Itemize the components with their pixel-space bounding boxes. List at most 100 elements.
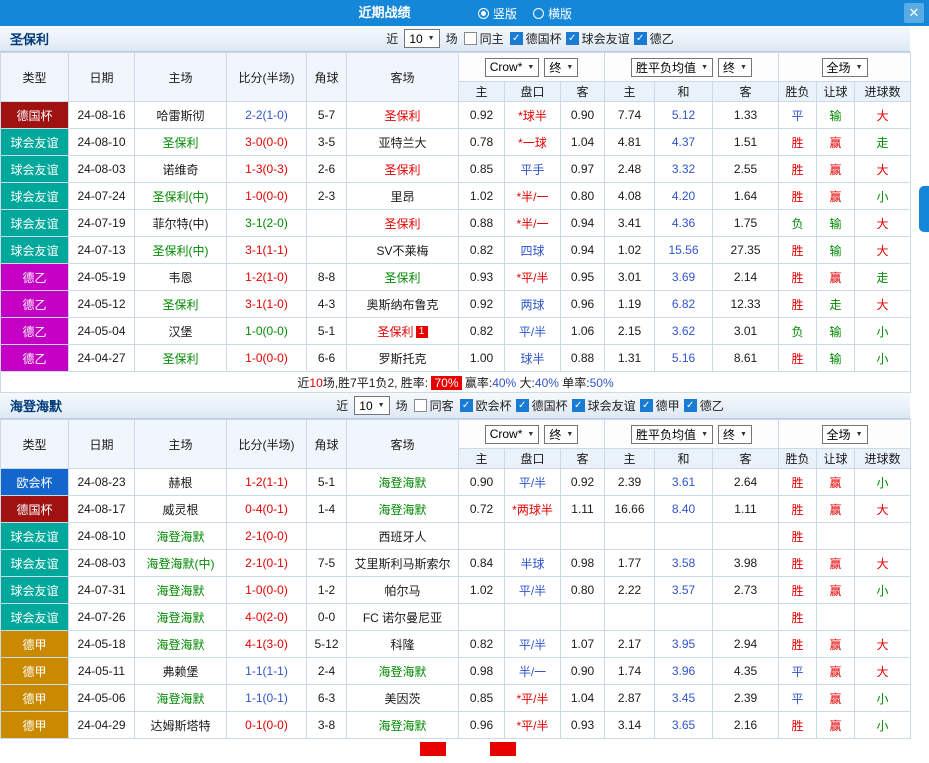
summary-text: 场,胜7平1负2, 胜率: [323,376,432,390]
cell-asian-away-odds: 0.97 [561,156,605,183]
col-euro-away: 客 [713,449,779,469]
match-row: 球会友谊24-07-13圣保利(中)3-1(1-1)SV不莱梅0.82四球0.9… [1,237,911,264]
recent-count-value: 10 [409,32,422,46]
cell-euro-home-odds: 2.22 [605,577,655,604]
fulltime-select[interactable]: 全场▼ [822,58,868,77]
radio-vertical[interactable]: 竖版 [478,5,517,22]
cell-asian-line: 平/半 [505,631,561,658]
cell-euro-away-odds: 2.73 [713,577,779,604]
recent-label: 近 [386,30,398,47]
euro-odds-controls: 胜平负均值▼ 终▼ [605,420,779,449]
col-home: 主场 [135,53,227,102]
cell-score: 1-3(0-3) [227,156,307,183]
match-row: 球会友谊24-08-03海登海默(中)2-1(0-1)7-5艾里斯利马斯索尔0.… [1,550,911,577]
league-filter-checkbox[interactable]: ✓球会友谊 [566,30,630,47]
league-filter-checkbox[interactable]: ✓德乙 [634,30,674,47]
cell-score: 1-0(0-0) [227,318,307,345]
recent-count-select[interactable]: 10 ▼ [404,29,439,48]
cell-goals-result [855,604,911,631]
cell-result: 平 [779,658,817,685]
bookmaker-select[interactable]: Crow*▼ [485,425,540,444]
col-asian-home: 主 [459,449,505,469]
col-asian-away: 客 [561,82,605,102]
cell-euro-home-odds: 2.17 [605,631,655,658]
games-label: 场 [446,30,458,47]
cell-asian-away-odds [561,604,605,631]
cell-euro-home-odds: 3.01 [605,264,655,291]
same-venue-checkbox[interactable]: 同客 [414,397,454,414]
bookmaker-select[interactable]: Crow*▼ [485,58,540,77]
summary-text: 赢率: [462,376,493,390]
final-odds-select[interactable]: 终▼ [544,425,578,444]
cell-score: 3-1(1-1) [227,237,307,264]
col-corner: 角球 [307,53,347,102]
avg-odds-select[interactable]: 胜平负均值▼ [631,425,713,444]
cell-goals-result: 小 [855,345,911,372]
cell-euro-draw-odds [655,604,713,631]
cell-type: 球会友谊 [1,577,69,604]
cell-asian-home-odds: 0.82 [459,318,505,345]
col-asian-home: 主 [459,82,505,102]
cell-euro-draw-odds: 3.61 [655,469,713,496]
cell-asian-home-odds: 0.92 [459,102,505,129]
chevron-down-icon: ▼ [856,431,863,438]
summary-row: 近10场,胜7平1负2, 胜率: 70% 赢率:40% 大:40% 单率:50% [1,372,911,393]
cell-asian-line: 平/半 [505,577,561,604]
league-filter-checkbox[interactable]: ✓球会友谊 [572,397,636,414]
final-odds-select[interactable]: 终▼ [718,58,752,77]
cell-home-team: 圣保利 [135,291,227,318]
fulltime-select[interactable]: 全场▼ [822,425,868,444]
cell-type: 德甲 [1,712,69,739]
close-button[interactable]: ✕ [904,3,924,23]
cell-type: 球会友谊 [1,210,69,237]
cell-euro-away-odds: 2.64 [713,469,779,496]
cell-asian-away-odds: 1.06 [561,318,605,345]
cell-asian-line: *平/半 [505,264,561,291]
col-score: 比分(半场) [227,420,307,469]
cell-type: 德甲 [1,658,69,685]
col-goals: 进球数 [855,82,911,102]
cell-corners: 2-3 [307,183,347,210]
radio-horizontal[interactable]: 横版 [533,5,572,22]
recent-count-select[interactable]: 10 ▼ [354,396,389,415]
league-filter-checkbox[interactable]: ✓德乙 [684,397,724,414]
cell-date: 24-05-04 [69,318,135,345]
league-filter-checkbox[interactable]: ✓欧会杯 [460,397,512,414]
cell-score: 3-1(2-0) [227,210,307,237]
avg-odds-select[interactable]: 胜平负均值▼ [631,58,713,77]
cell-handicap-result [817,523,855,550]
cell-handicap-result: 赢 [817,631,855,658]
cell-corners: 2-6 [307,156,347,183]
side-scroll-handle[interactable] [919,186,929,232]
cell-asian-away-odds: 0.94 [561,210,605,237]
league-filter-checkbox[interactable]: ✓德国杯 [510,30,562,47]
cell-score: 1-0(0-0) [227,577,307,604]
final-value: 终 [723,426,735,443]
cell-asian-home-odds: 0.88 [459,210,505,237]
same-venue-checkbox[interactable]: 同主 [464,30,504,47]
league-filter-checkbox[interactable]: ✓德甲 [640,397,680,414]
cell-asian-line [505,523,561,550]
cell-away-team: SV不莱梅 [347,237,459,264]
match-row: 德乙24-05-19韦恩1-2(1-0)8-8圣保利0.93*平/半0.953.… [1,264,911,291]
cell-handicap-result: 赢 [817,264,855,291]
cell-result: 胜 [779,183,817,210]
cell-home-team: 圣保利(中) [135,183,227,210]
cell-home-team: 海登海默 [135,685,227,712]
cell-type: 德乙 [1,345,69,372]
cell-euro-away-odds: 27.35 [713,237,779,264]
league-filter-checkbox[interactable]: ✓德国杯 [516,397,568,414]
cell-away-team: 海登海默 [347,469,459,496]
final-odds-select[interactable]: 终▼ [544,58,578,77]
final-odds-select[interactable]: 终▼ [718,425,752,444]
cell-result: 胜 [779,577,817,604]
cell-euro-away-odds: 1.75 [713,210,779,237]
checkbox-label: 球会友谊 [582,30,630,47]
panel-title: 近期战绩 [0,0,769,26]
cell-asian-home-odds: 0.82 [459,631,505,658]
cell-score: 1-2(1-1) [227,469,307,496]
cell-euro-away-odds: 2.14 [713,264,779,291]
chevron-down-icon: ▼ [856,64,863,71]
cell-away-team: 罗斯托克 [347,345,459,372]
cell-score: 3-0(0-0) [227,129,307,156]
